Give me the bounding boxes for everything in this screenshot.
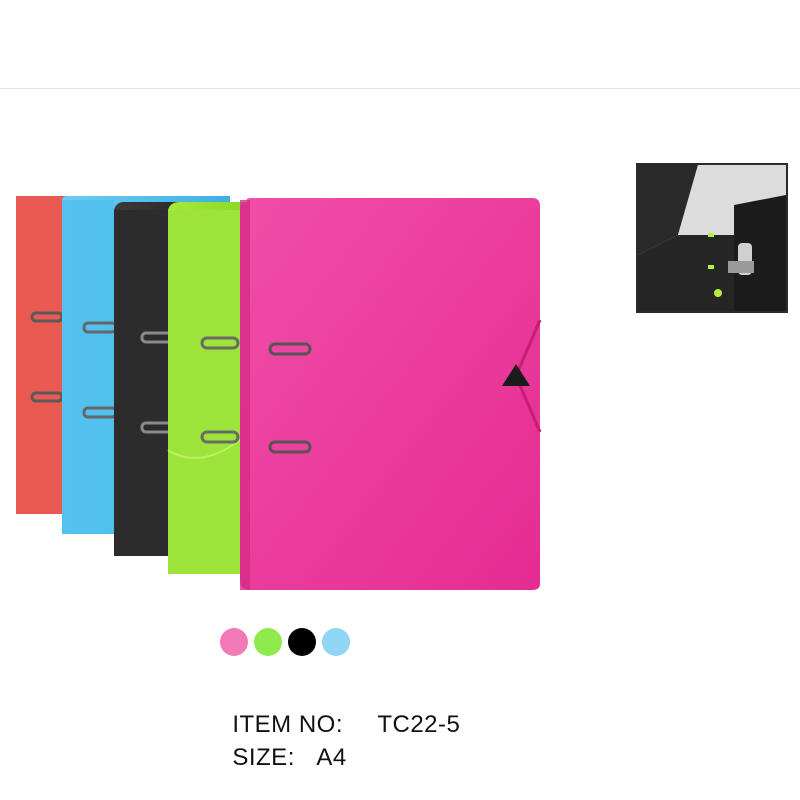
swatch-pink[interactable] bbox=[220, 628, 248, 656]
item-number-value: TC22-5 bbox=[377, 711, 461, 738]
size-label: SIZE: bbox=[232, 744, 295, 771]
size-line: SIZE: A4 bbox=[218, 716, 347, 772]
swatch-light-blue[interactable] bbox=[322, 628, 350, 656]
binder-mechanism-image bbox=[638, 165, 786, 311]
swatch-black[interactable] bbox=[288, 628, 316, 656]
pink-binder bbox=[240, 198, 542, 590]
binder-product-photo bbox=[16, 196, 542, 590]
open-binder-inset-photo bbox=[636, 163, 788, 313]
swatch-green[interactable] bbox=[254, 628, 282, 656]
size-value: A4 bbox=[316, 744, 347, 771]
color-swatches bbox=[220, 628, 350, 656]
